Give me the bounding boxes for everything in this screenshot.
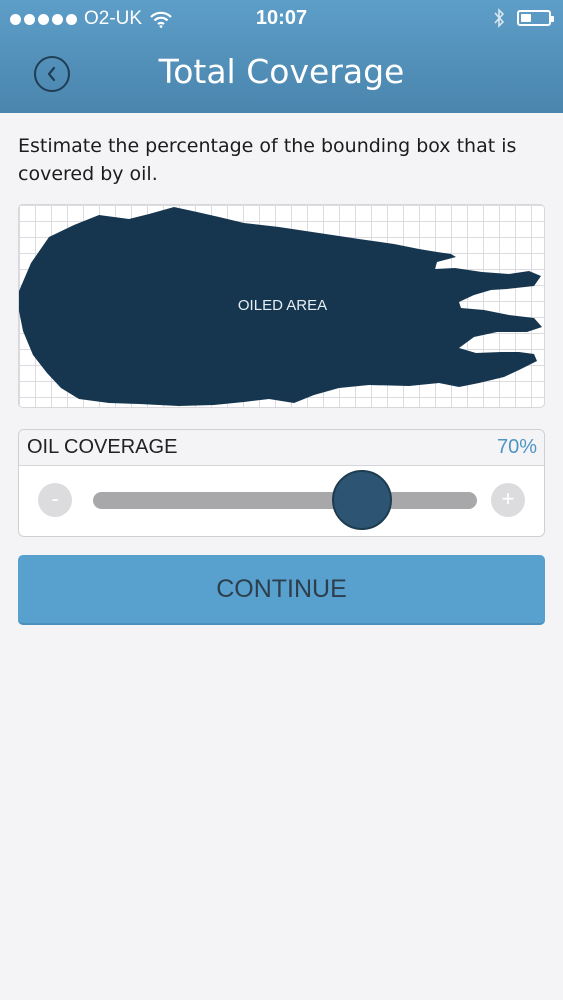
instruction-text: Estimate the percentage of the bounding … bbox=[18, 135, 517, 185]
oil-coverage-label: OIL COVERAGE bbox=[27, 436, 178, 458]
oiled-area-label: OILED AREA bbox=[237, 297, 328, 314]
status-bar: O2-UK 10:07 bbox=[0, 0, 563, 36]
header-bar: O2-UK 10:07 Total Coverage bbox=[0, 0, 563, 113]
battery-icon bbox=[517, 10, 554, 26]
status-right bbox=[493, 8, 554, 28]
page-title: Total Coverage bbox=[158, 52, 405, 91]
bluetooth-icon bbox=[494, 8, 505, 28]
status-time: 10:07 bbox=[255, 7, 308, 29]
oil-coverage-card: OIL COVERAGE 70% - + bbox=[18, 429, 545, 537]
continue-button[interactable]: CONTINUE bbox=[18, 555, 545, 625]
oil-bounding-box: OILED AREA bbox=[18, 204, 545, 408]
decrease-button[interactable]: - bbox=[38, 483, 72, 517]
coverage-slider-track[interactable] bbox=[93, 492, 477, 509]
increase-button[interactable]: + bbox=[491, 483, 525, 517]
battery-level bbox=[521, 14, 531, 22]
oil-coverage-value: 70% bbox=[496, 436, 537, 458]
coverage-slider-thumb[interactable] bbox=[331, 470, 392, 530]
coverage-header: OIL COVERAGE 70% bbox=[19, 430, 544, 466]
